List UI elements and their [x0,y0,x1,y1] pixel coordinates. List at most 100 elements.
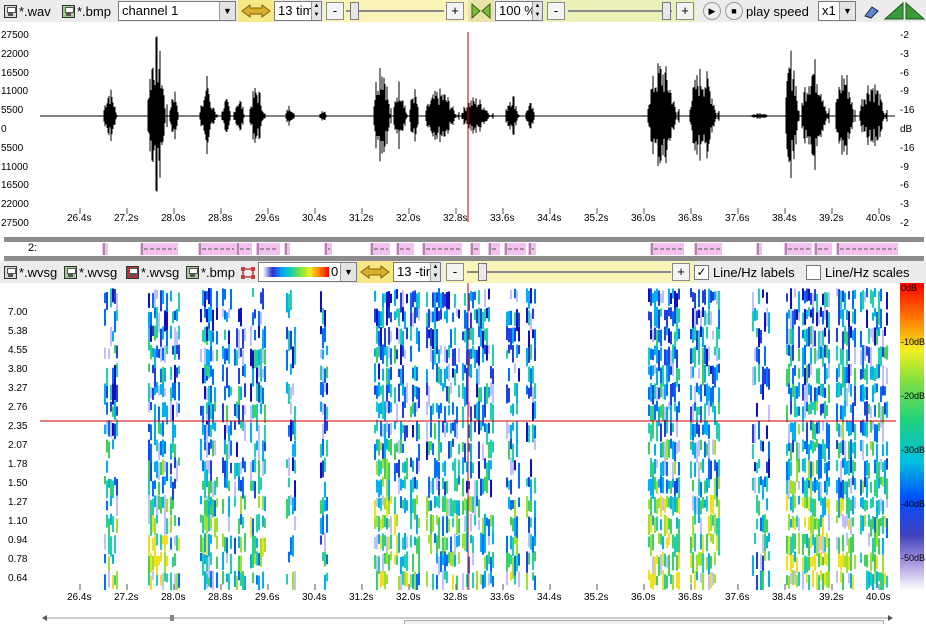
spectrogram-cell [506,420,508,440]
spectrogram-cell [840,348,842,365]
spectrogram-cell [788,309,790,319]
spectrogram-cell [484,344,486,355]
spectrogram-cell [802,497,804,508]
segment-region[interactable] [814,243,832,255]
spectrogram-cell [860,479,862,496]
spectrogram-cell [158,349,160,358]
spectrogram-cell [174,457,176,469]
spectrogram-cell [454,419,456,438]
time-zoom-plus-button[interactable]: + [446,2,464,20]
spectrogram-cell [678,476,680,499]
spectrogram-cell [254,535,256,556]
spectrogram-cell [708,516,710,536]
save-spectrogram-bmp-button[interactable]: *.bmp [186,263,235,281]
time-zoom-slider-thumb[interactable] [350,2,359,20]
spectrogram-cell [378,556,380,575]
spectrogram-cell [876,571,878,589]
spectrogram-cell [670,480,672,494]
play-speed-select[interactable]: x1 ▼ [818,1,856,21]
segment-region[interactable] [396,243,414,255]
channel-select[interactable]: channel 1 ▼ [118,1,236,21]
amplitude-percent-spinner[interactable]: 100 % ▲ ▼ [495,1,543,21]
line-hz-labels-checkbox[interactable]: ✓ Line/Hz labels [694,263,795,281]
spectrogram-cell [418,552,420,574]
amplitude-plus-button[interactable]: + [676,2,694,20]
spectrogram-cell [650,288,652,306]
spectrogram-cell [514,575,516,585]
spectrogram-time-zoom-button[interactable] [357,261,393,283]
spectrogram-cell [672,344,674,365]
spectrogram-cell [796,557,798,574]
spectrogram-cell [710,533,712,542]
spectrogram-cell [170,387,172,403]
segment-region[interactable] [102,243,108,255]
spectrogram-zoom-minus-button[interactable]: - [446,263,464,281]
spectrogram-cell [210,460,212,483]
line-hz-scales-checkbox[interactable]: Line/Hz scales [806,263,910,281]
stop-button[interactable]: ■ [725,2,743,20]
spectrogram-cell [244,327,246,342]
spectrogram-cell [164,535,166,552]
spectrogram-cell [874,532,876,553]
time-zoom-button[interactable] [238,0,274,22]
spectrogram-cell [866,460,868,476]
play-button[interactable]: ▶ [703,2,721,20]
fade-out-icon[interactable] [905,1,926,20]
save-wvsg-button-3[interactable]: *.wvsg [126,263,179,281]
colormap-select[interactable]: 0 ▼ [258,262,357,282]
spectrogram-cell [846,331,848,346]
spectrogram-cell [848,556,850,571]
spectrogram-cell [708,364,710,377]
amplitude-slider-thumb[interactable] [662,2,671,20]
save-wvsg-button-2[interactable]: *.wvsg [64,263,117,281]
spectrogram-cell [816,312,818,327]
save-bmp-button[interactable]: *.bmp [62,2,111,20]
time-zoom-spinner[interactable]: 13 tim ▲ ▼ [274,1,322,21]
segment-region[interactable] [284,243,290,255]
spectrogram-cell [516,383,518,404]
spectrogram-zoom-plus-button[interactable]: + [672,263,690,281]
spectrogram-cell [846,513,848,527]
spectrogram-cell [678,532,680,554]
spectrogram-zoom-slider-thumb[interactable] [478,263,487,281]
spectrogram-cell [112,439,114,450]
spectrogram-cell [848,519,850,530]
spectrogram-cell [262,349,264,364]
segment-strip[interactable]: 2: [0,242,926,256]
spectrogram-cell [426,422,428,443]
spectrogram-cell [216,572,218,588]
spectrogram-cell [700,384,702,402]
spectrogram-cell [388,346,390,359]
spectrogram-cell [836,537,838,550]
spectrogram-cell [446,308,448,324]
spectrogram-cell [796,386,798,399]
eraser-icon[interactable] [862,3,880,19]
spectrogram-cell [386,496,388,518]
spectrogram-cell [706,556,708,570]
spectrogram-hscrollbar[interactable] [42,609,893,621]
spectrogram-cell [816,422,818,434]
spectrogram-cell [676,328,678,342]
spectrogram-cell [886,345,888,360]
segment-region[interactable] [756,243,762,255]
spectrogram-cell [116,309,118,322]
spectrogram-plot[interactable] [40,283,896,590]
spectrogram-cell [290,387,292,400]
amplitude-minus-button[interactable]: - [547,2,565,20]
amplitude-zoom-button[interactable] [468,0,494,22]
save-wav-button[interactable]: *.wav [4,2,51,20]
spectrogram-zoom-spinner[interactable]: 13 -tin ▲ ▼ [393,262,441,282]
waveform-plot[interactable] [40,32,895,222]
spectrogram-cell [790,422,792,433]
spectrogram-cell [700,326,702,337]
time-zoom-minus-button[interactable]: - [326,2,344,20]
fade-in-icon[interactable] [883,1,904,20]
fit-frame-icon[interactable] [241,266,255,279]
spectrogram-cell [258,552,260,566]
spectrogram-cell [836,421,838,432]
spectrogram-cell [250,422,252,443]
spectrogram-cell [650,573,652,588]
save-wvsg-button-1[interactable]: *.wvsg [4,263,57,281]
spectrogram-cell [258,476,260,495]
spectrogram-cell [664,553,666,567]
